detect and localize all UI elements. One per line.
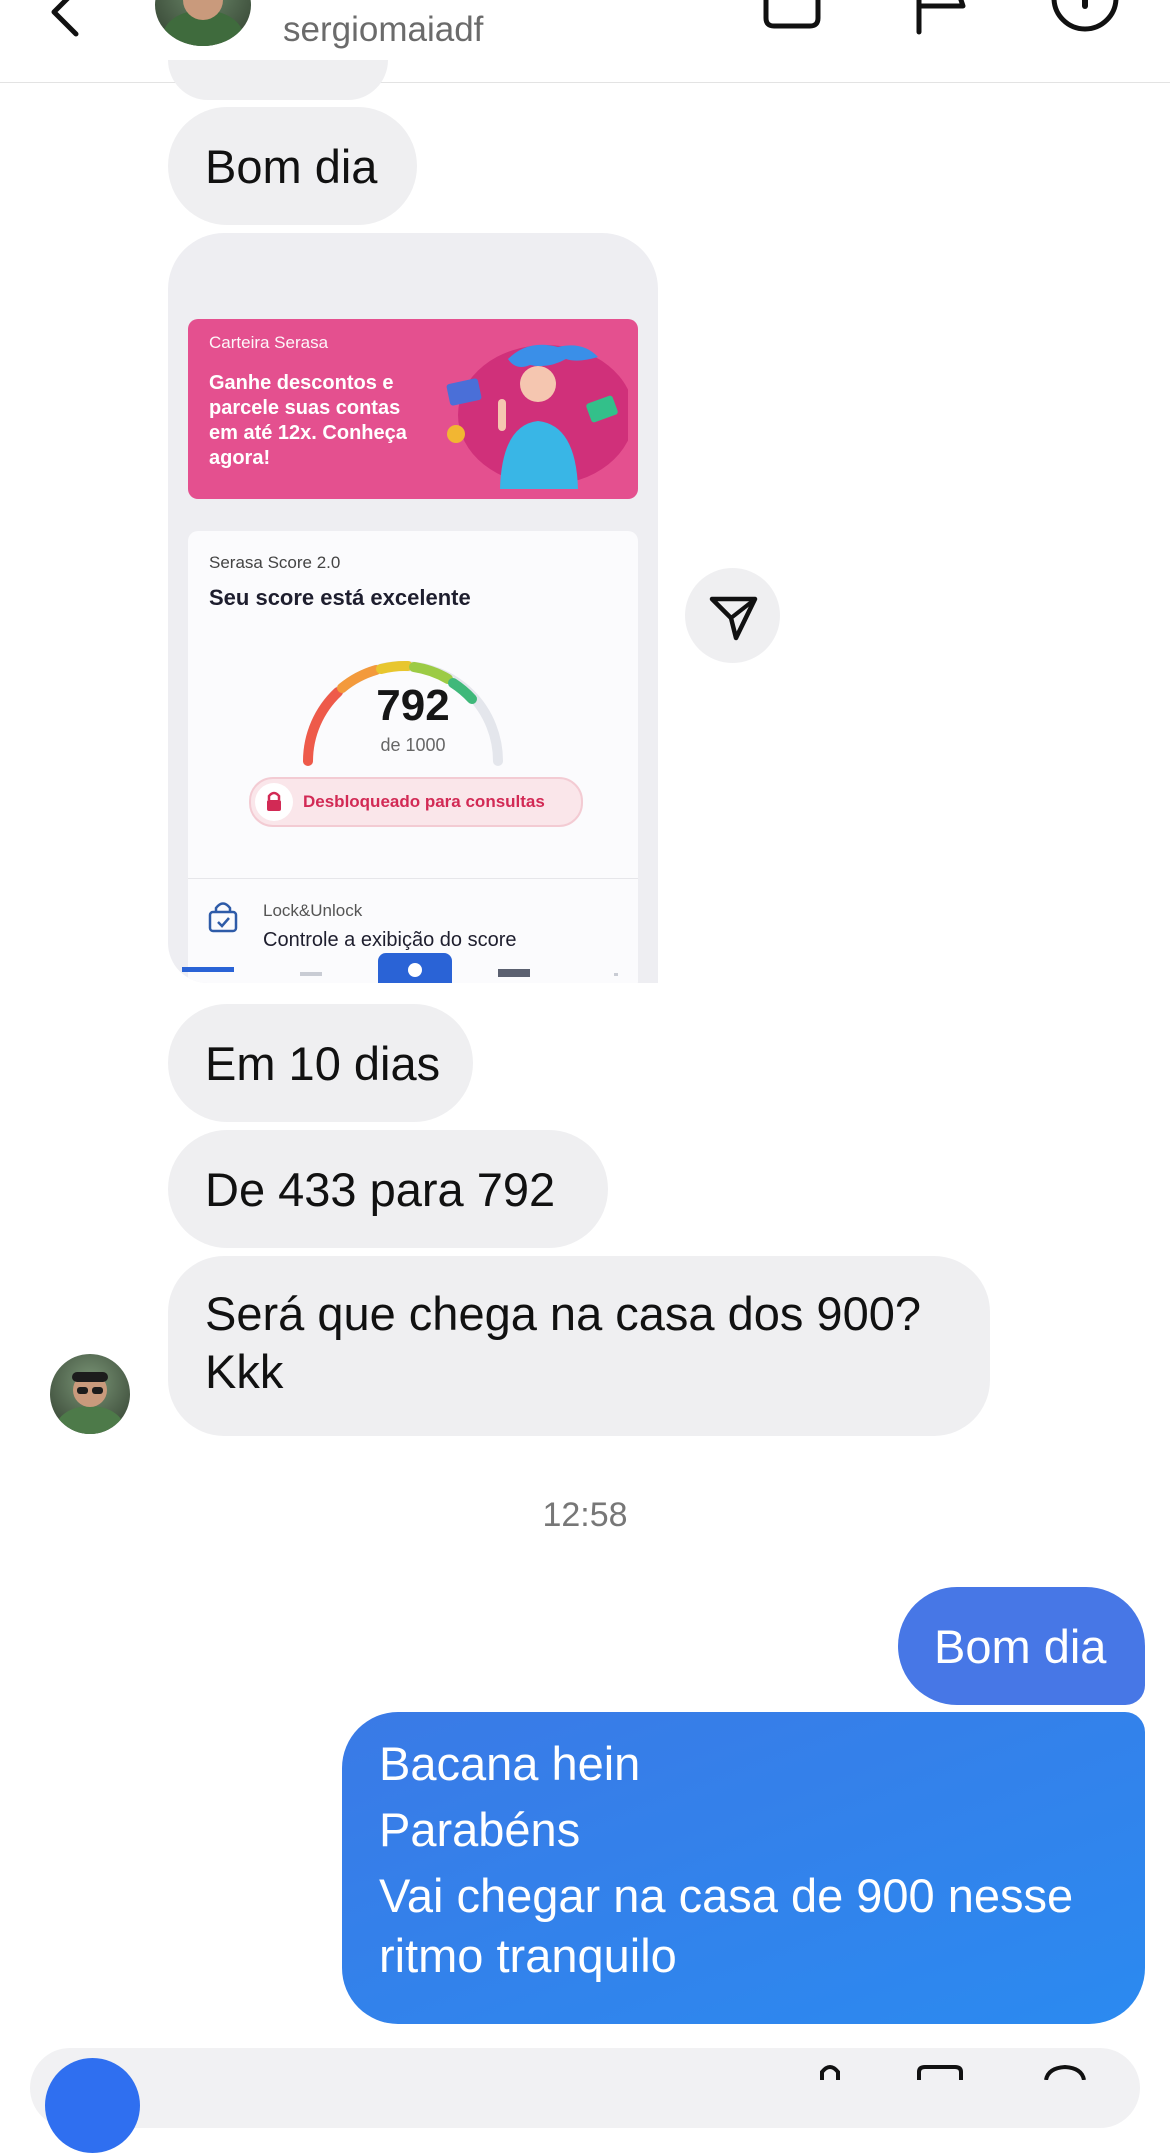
message-text: Parabéns (379, 1803, 581, 1856)
score-value: 792 (376, 681, 450, 730)
app-nav-strip (182, 953, 618, 983)
score-card: Serasa Score 2.0 Seu score está excelent… (188, 531, 638, 983)
lock-badge-icon (255, 783, 293, 821)
info-icon[interactable] (1050, 0, 1120, 38)
message-text: Bom dia (934, 1620, 1107, 1673)
score-max: de 1000 (380, 735, 446, 755)
video-call-icon[interactable] (760, 0, 830, 38)
message-bubble-outgoing[interactable]: Bacana hein Parabéns Vai chegar na casa … (342, 1712, 1145, 2024)
message-text: Em 10 dias (205, 1037, 441, 1090)
status-badge: Desbloqueado para consultas (249, 777, 583, 827)
message-bubble-incoming[interactable]: Será que chega na casa dos 900? Kkk (168, 1256, 990, 1436)
banner-caption: Carteira Serasa (209, 333, 329, 352)
score-caption: Serasa Score 2.0 (209, 553, 341, 572)
microphone-icon[interactable] (810, 2062, 850, 2080)
message-bubble-incoming[interactable]: De 433 para 792 (168, 1130, 608, 1248)
message-composer[interactable] (30, 2048, 1140, 2128)
message-text: Bom dia (205, 140, 378, 193)
previous-message-bubble (168, 60, 388, 100)
divider (188, 878, 638, 879)
message-bubble-outgoing[interactable]: Bom dia (898, 1587, 1145, 1705)
gauge-seg-lightgreen (409, 662, 453, 684)
flag-icon[interactable] (905, 0, 975, 38)
back-arrow-icon[interactable] (40, 0, 90, 40)
message-text: Vai chegar na casa de 900 nesse (379, 1869, 1074, 1922)
camera-button[interactable] (45, 2058, 140, 2153)
message-text: Será que chega na casa dos 900? (205, 1287, 921, 1340)
status-text: Desbloqueado para consultas (303, 792, 545, 811)
message-text: De 433 para 792 (205, 1163, 556, 1216)
promo-banner: Carteira Serasa Ganhe descontos e parcel… (188, 319, 638, 499)
message-text: Kkk (205, 1345, 284, 1398)
share-icon (709, 596, 758, 641)
gauge-seg-yellow (376, 660, 413, 674)
message-bubble-incoming[interactable]: Bom dia (168, 107, 417, 225)
lock-text: Controle a exibição do score (263, 929, 517, 951)
banner-text: Ganhe descontos e parcele suas contas em… (209, 372, 407, 469)
message-bubble-incoming[interactable]: Em 10 dias (168, 1004, 473, 1122)
woman-illustration-icon (446, 344, 628, 489)
gallery-icon[interactable] (915, 2064, 965, 2080)
lock-caption: Lock&Unlock (263, 901, 363, 920)
score-title: Seu score está excelente (209, 585, 471, 610)
avatar[interactable] (50, 1354, 130, 1434)
message-timestamp: 12:58 (542, 1496, 628, 1534)
message-text: Bacana hein (379, 1737, 641, 1790)
shared-image[interactable]: Carteira Serasa Ganhe descontos e parcel… (168, 233, 658, 983)
chat-username[interactable]: sergiomaiadf (283, 10, 483, 50)
share-button[interactable] (685, 568, 780, 663)
message-text: ritmo tranquilo (379, 1929, 677, 1982)
lock-icon (208, 902, 238, 933)
sticker-icon[interactable] (1040, 2064, 1090, 2080)
